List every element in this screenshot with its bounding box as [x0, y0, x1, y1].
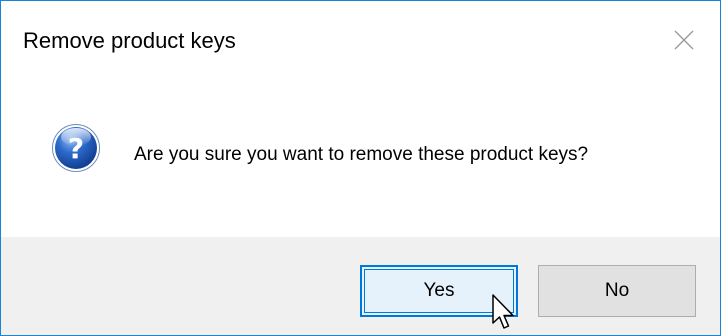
dialog-message: Are you sure you want to remove these pr… [134, 144, 589, 165]
dialog-title: Remove product keys [23, 28, 236, 53]
close-button[interactable] [654, 1, 720, 79]
dialog-content: ? Are you sure you want to remove these … [1, 79, 720, 237]
dialog-window: Remove product keys ? Are you sure you w… [0, 0, 721, 336]
svg-text:?: ? [68, 132, 84, 165]
title-bar[interactable]: Remove product keys [1, 1, 720, 79]
close-icon [674, 30, 694, 50]
question-icon: ? [52, 124, 100, 172]
dialog-footer: Yes No [1, 237, 720, 335]
no-button[interactable]: No [538, 265, 696, 317]
yes-button[interactable]: Yes [360, 265, 518, 317]
